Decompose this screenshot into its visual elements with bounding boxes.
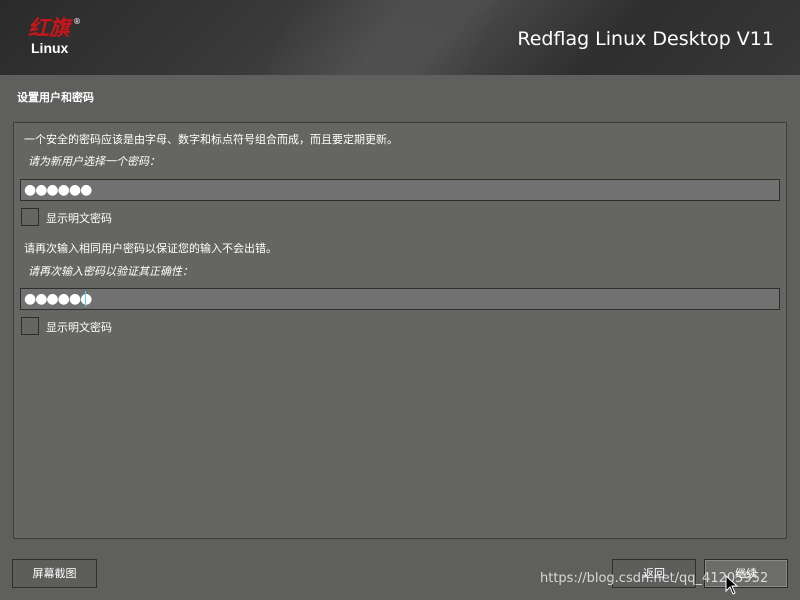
text-caret [85, 291, 86, 307]
confirm-intro-text: 请再次输入相同用户密码以保证您的输入不会出错。 [24, 242, 277, 255]
confirm-password-input[interactable]: ●●●●●● [20, 288, 780, 310]
password-input[interactable]: ●●●●●● [20, 179, 780, 201]
page-title: 设置用户和密码 [17, 91, 94, 104]
show-password-checkbox-1[interactable] [21, 208, 39, 226]
show-password-label-2: 显示明文密码 [46, 321, 112, 334]
header-sheen [242, 0, 518, 75]
logo-chinese-text: 红旗 [28, 15, 70, 40]
confirm-prompt-label: 请再次输入密码以验证其正确性： [28, 265, 193, 278]
confirm-password-masked-value: ●●●●●● [24, 291, 92, 307]
header-banner: 红旗 ® Linux Redflag Linux Desktop V11 [0, 0, 800, 75]
password-prompt-label: 请为新用户选择一个密码： [28, 155, 160, 168]
password-masked-value: ●●●●●● [24, 182, 92, 198]
show-password-checkbox-2[interactable] [21, 317, 39, 335]
show-password-label-1: 显示明文密码 [46, 212, 112, 225]
screenshot-button[interactable]: 屏幕截图 [12, 559, 97, 588]
mouse-pointer-icon [725, 575, 739, 595]
redflag-logo: 红旗 ® Linux [26, 16, 82, 60]
logo-registered-mark: ® [73, 17, 81, 26]
password-intro-text: 一个安全的密码应该是由字母、数字和标点符号组合而成，而且要定期更新。 [24, 133, 398, 146]
logo-linux-text: Linux [31, 40, 69, 56]
product-name: Redflag Linux Desktop V11 [517, 28, 774, 50]
